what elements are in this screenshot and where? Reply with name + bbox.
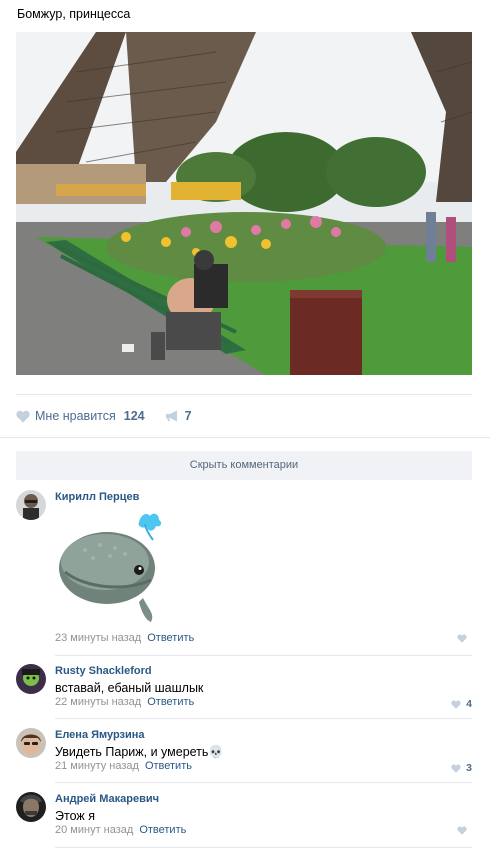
post-title: Бомжур, принцесса xyxy=(17,7,131,21)
heart-icon xyxy=(451,764,461,773)
post-photo[interactable] xyxy=(16,32,472,375)
heart-icon xyxy=(457,826,467,835)
comment-like-button[interactable] xyxy=(457,826,472,835)
comment-item: Елена Ямурзина Увидеть Париж, и умереть💀… xyxy=(16,728,472,784)
comment-like-button[interactable] xyxy=(457,634,472,643)
divider xyxy=(55,847,472,848)
hide-comments-button[interactable]: Скрыть комментарии xyxy=(16,451,472,480)
reply-button[interactable]: Ответить xyxy=(147,696,194,708)
comment-time: 21 минуту назад xyxy=(55,760,139,772)
reply-button[interactable]: Ответить xyxy=(147,632,194,644)
avatar[interactable] xyxy=(16,728,46,758)
like-label: Мне нравится xyxy=(35,409,116,423)
heart-icon xyxy=(457,634,467,643)
like-button[interactable]: Мне нравится 124 xyxy=(16,409,145,423)
comment-like-count: 4 xyxy=(466,698,472,710)
heart-icon xyxy=(451,700,461,709)
comment-meta: 22 минуты назад Ответить xyxy=(55,696,194,708)
comment-meta: 20 минут назад Ответить xyxy=(55,824,186,836)
divider xyxy=(55,718,472,719)
comment-like-button[interactable]: 3 xyxy=(451,762,472,774)
comment-item: Rusty Shackleford вставай, ебаный шашлык… xyxy=(16,664,472,720)
comment-text: Этож я xyxy=(55,809,95,823)
comment-text: Увидеть Париж, и умереть💀 xyxy=(55,745,224,759)
megaphone-icon xyxy=(165,410,177,422)
divider xyxy=(0,437,490,438)
comment-author[interactable]: Кирилл Перцев xyxy=(55,491,139,503)
comment-meta: 21 минуту назад Ответить xyxy=(55,760,192,772)
comment-meta: 23 минуты назад Ответить xyxy=(55,632,194,644)
comment-like-button[interactable]: 4 xyxy=(451,698,472,710)
comment-time: 22 минуты назад xyxy=(55,696,142,708)
comment-item: Андрей Макаревич Этож я 20 минут назад От… xyxy=(16,792,472,848)
post-actions: Мне нравится 124 7 xyxy=(16,406,192,426)
share-count: 7 xyxy=(184,409,192,423)
comment-author[interactable]: Елена Ямурзина xyxy=(55,729,145,741)
avatar[interactable] xyxy=(16,664,46,694)
comment-text: вставай, ебаный шашлык xyxy=(55,681,204,695)
comment-time: 20 минут назад xyxy=(55,824,134,836)
divider xyxy=(55,782,472,783)
share-button[interactable]: 7 xyxy=(165,409,192,423)
reply-button[interactable]: Ответить xyxy=(139,824,186,836)
comment-author[interactable]: Андрей Макаревич xyxy=(55,793,159,805)
heart-icon xyxy=(16,410,30,422)
like-count: 124 xyxy=(123,409,145,423)
reply-button[interactable]: Ответить xyxy=(145,760,192,772)
comment-like-count: 3 xyxy=(466,762,472,774)
comment-item: Кирилл Перцев 23 минуты назад Ответить xyxy=(16,490,472,656)
divider xyxy=(16,394,472,395)
avatar[interactable] xyxy=(16,792,46,822)
avatar[interactable] xyxy=(16,490,46,520)
comment-time: 23 минуты назад xyxy=(55,632,142,644)
comment-author[interactable]: Rusty Shackleford xyxy=(55,665,152,677)
whale-sticker xyxy=(59,513,162,622)
divider xyxy=(55,655,472,656)
